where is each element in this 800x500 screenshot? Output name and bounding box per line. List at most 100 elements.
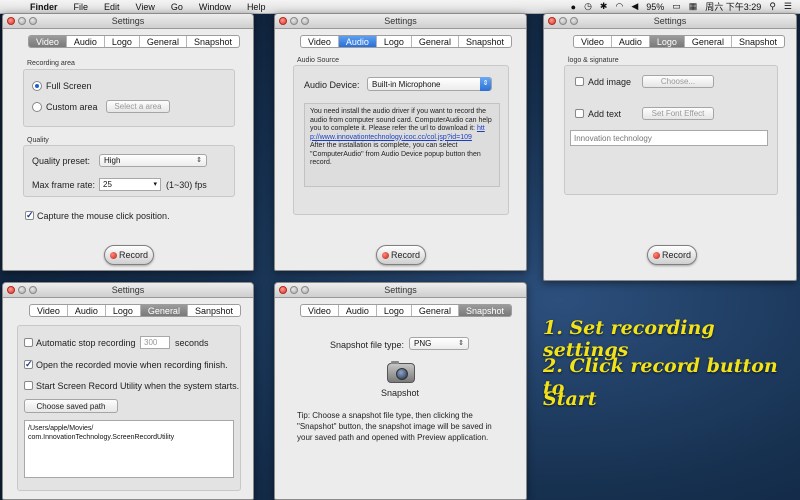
close-icon[interactable] xyxy=(279,17,287,25)
tab-general[interactable]: General xyxy=(140,305,188,316)
tab-logo[interactable]: Logo xyxy=(106,305,141,316)
close-icon[interactable] xyxy=(7,286,15,294)
record-button-label: Record xyxy=(118,250,148,260)
notification-center-icon[interactable]: ☰ xyxy=(784,1,792,12)
audio-device-select[interactable]: Built-in Microphone ⇕ xyxy=(367,77,492,91)
settings-tabs: Video Audio Logo General Snapshot xyxy=(573,35,785,48)
settings-window-video: Settings Video Audio Logo General Snapsh… xyxy=(2,13,254,271)
tab-general[interactable]: General xyxy=(412,305,459,316)
menu-view[interactable]: View xyxy=(128,2,163,12)
tab-logo[interactable]: Logo xyxy=(105,36,140,47)
capture-click-checkbox[interactable]: ✓ xyxy=(25,211,34,220)
menu-finder[interactable]: Finder xyxy=(22,2,66,12)
quality-preset-label: Quality preset: xyxy=(32,156,91,166)
start-utility-checkbox[interactable] xyxy=(24,381,33,390)
file-type-select[interactable]: PNG ⇕ xyxy=(409,337,469,350)
menu-window[interactable]: Window xyxy=(191,2,239,12)
flag-icon[interactable]: ▦ xyxy=(689,1,698,12)
minimize-icon[interactable] xyxy=(18,17,26,25)
set-font-effect-button[interactable]: Set Font Effect xyxy=(642,107,714,120)
open-movie-checkbox[interactable]: ✓ xyxy=(24,360,33,369)
tab-snapshot[interactable]: Snapshot xyxy=(459,36,511,47)
zoom-icon[interactable] xyxy=(301,17,309,25)
menu-help[interactable]: Help xyxy=(239,2,274,12)
add-text-label: Add text xyxy=(588,109,622,119)
tab-video[interactable]: Video xyxy=(574,36,612,47)
minimize-icon[interactable] xyxy=(18,286,26,294)
select-area-button[interactable]: Select a area xyxy=(106,100,170,113)
tab-general[interactable]: General xyxy=(140,36,187,47)
minimize-icon[interactable] xyxy=(290,286,298,294)
full-screen-radio[interactable] xyxy=(32,81,42,91)
tab-audio[interactable]: Audio xyxy=(338,36,377,47)
logo-text-value: Innovation technology xyxy=(574,134,652,143)
window-titlebar: Settings xyxy=(3,283,253,298)
max-frame-rate-input[interactable]: 25 ▾ xyxy=(99,178,161,191)
tab-general[interactable]: General xyxy=(685,36,732,47)
zoom-icon[interactable] xyxy=(570,17,578,25)
tab-video[interactable]: Video xyxy=(301,36,339,47)
settings-window-snapshot: Settings Video Audio Logo General Snapsh… xyxy=(274,282,527,500)
battery-icon[interactable]: ▭ xyxy=(672,1,681,12)
tab-audio[interactable]: Audio xyxy=(612,36,650,47)
record-button[interactable]: Record xyxy=(376,245,426,265)
snapshot-button-label[interactable]: Snapshot xyxy=(381,388,419,398)
tab-audio[interactable]: Audio xyxy=(339,305,377,316)
spotlight-icon[interactable]: ⚲ xyxy=(769,1,776,12)
audio-device-label: Audio Device: xyxy=(304,80,360,90)
record-button[interactable]: Record xyxy=(104,245,154,265)
tab-general[interactable]: General xyxy=(412,36,459,47)
tab-video[interactable]: Video xyxy=(30,305,68,316)
audio-device-value: Built-in Microphone xyxy=(372,80,441,89)
volume-icon[interactable]: ◀ xyxy=(631,1,638,12)
tab-audio[interactable]: Audio xyxy=(68,305,106,316)
menu-edit[interactable]: Edit xyxy=(96,2,128,12)
recording-area-group: Full Screen Custom area Select a area xyxy=(23,69,235,127)
add-text-checkbox[interactable] xyxy=(575,109,584,118)
menu-go[interactable]: Go xyxy=(163,2,191,12)
auto-stop-checkbox[interactable] xyxy=(24,338,33,347)
minimize-icon[interactable] xyxy=(290,17,298,25)
tab-logo[interactable]: Logo xyxy=(649,36,685,47)
add-image-checkbox[interactable] xyxy=(575,77,584,86)
tab-video[interactable]: Video xyxy=(301,305,339,316)
frame-rate-hint: (1~30) fps xyxy=(166,180,207,190)
zoom-icon[interactable] xyxy=(301,286,309,294)
quality-group: Quality preset: High ⇕ Max frame rate: 2… xyxy=(23,145,235,197)
zoom-icon[interactable] xyxy=(29,17,37,25)
window-title: Settings xyxy=(653,16,687,26)
file-type-label: Snapshot file type: xyxy=(330,340,405,350)
tab-snapshot[interactable]: Snapshot xyxy=(187,36,239,47)
tab-logo[interactable]: Logo xyxy=(377,305,412,316)
choose-saved-path-button[interactable]: Choose saved path xyxy=(24,399,118,413)
record-button[interactable]: Record xyxy=(647,245,697,265)
record-icon xyxy=(652,252,660,259)
tab-snapshot[interactable]: Snapshot xyxy=(458,305,511,316)
settings-tabs: Video Audio Logo General Snapshot xyxy=(28,35,240,48)
zoom-icon[interactable] xyxy=(29,286,37,294)
minimize-icon[interactable] xyxy=(559,17,567,25)
quality-preset-select[interactable]: High ⇕ xyxy=(99,154,207,167)
auto-stop-seconds-input[interactable]: 300 xyxy=(140,336,170,349)
close-icon[interactable] xyxy=(548,17,556,25)
tab-video[interactable]: Video xyxy=(29,36,67,47)
choose-image-button[interactable]: Choose... xyxy=(642,75,714,88)
time-machine-icon[interactable]: ◷ xyxy=(584,1,592,12)
tab-logo[interactable]: Logo xyxy=(377,36,412,47)
chevron-down-icon[interactable]: ▾ xyxy=(153,179,157,191)
tab-snapshot[interactable]: Snapshot xyxy=(732,36,784,47)
menu-file[interactable]: File xyxy=(66,2,97,12)
bluetooth-icon[interactable]: ✱ xyxy=(600,1,608,12)
app-status-icon[interactable]: ● xyxy=(571,2,576,12)
wifi-icon[interactable]: ◠ xyxy=(615,1,623,12)
close-icon[interactable] xyxy=(279,286,287,294)
recording-area-label: Recording area xyxy=(27,60,75,67)
tab-audio[interactable]: Audio xyxy=(67,36,105,47)
custom-area-radio[interactable] xyxy=(32,102,42,112)
logo-text-input[interactable]: Innovation technology xyxy=(570,130,768,146)
tab-snapshot[interactable]: Sanpshot xyxy=(188,305,240,316)
close-icon[interactable] xyxy=(7,17,15,25)
camera-icon[interactable] xyxy=(387,361,415,383)
menu-clock[interactable]: 周六 下午3:29 xyxy=(705,0,761,13)
window-title: Settings xyxy=(384,16,417,26)
